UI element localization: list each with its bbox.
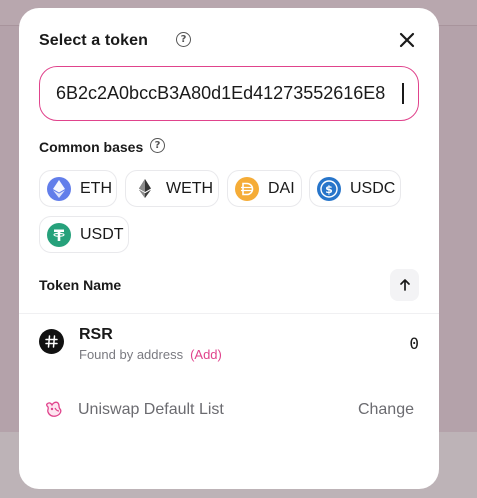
found-by-address-text: Found by address: [79, 347, 184, 362]
svg-text:$: $: [325, 183, 333, 196]
close-icon[interactable]: [397, 30, 417, 50]
token-search-input[interactable]: [39, 66, 419, 121]
rsr-icon: [39, 329, 64, 354]
usdc-icon: $: [317, 176, 341, 201]
base-token-label: USDT: [80, 225, 124, 243]
help-icon[interactable]: ?: [176, 32, 191, 47]
token-list-footer: Uniswap Default List Change: [19, 386, 439, 434]
token-list-item[interactable]: RSR Found by address (Add) 0: [19, 314, 439, 371]
token-list-name: Uniswap Default List: [78, 401, 224, 418]
eth-icon: [47, 176, 71, 201]
token-select-modal: Select a token ? Common bases ? ETH: [19, 8, 439, 489]
add-token-link[interactable]: (Add): [190, 347, 222, 362]
change-list-button[interactable]: Change: [358, 401, 414, 419]
base-token-label: WETH: [166, 179, 214, 197]
token-name-header: Token Name: [39, 277, 122, 293]
usdt-icon: [47, 222, 71, 247]
base-token-dai[interactable]: DAI: [227, 170, 302, 207]
weth-icon: [133, 176, 157, 201]
sort-button[interactable]: [390, 269, 419, 301]
arrow-up-icon: [399, 279, 410, 291]
dai-icon: [235, 176, 259, 201]
text-caret: [402, 83, 404, 104]
token-symbol: RSR: [79, 326, 113, 343]
base-token-label: USDC: [350, 179, 396, 197]
modal-header: Select a token ?: [39, 30, 419, 54]
base-token-label: DAI: [268, 179, 295, 197]
base-token-weth[interactable]: WETH: [125, 170, 219, 207]
base-token-label: ETH: [80, 179, 112, 197]
token-balance: 0: [409, 334, 419, 353]
token-subtitle: Found by address (Add): [79, 347, 222, 362]
uniswap-icon: [43, 398, 65, 420]
base-token-usdc[interactable]: $ USDC: [309, 170, 401, 207]
common-bases-label: Common bases: [39, 139, 144, 155]
base-token-usdt[interactable]: USDT: [39, 216, 129, 253]
modal-title: Select a token: [39, 32, 149, 49]
base-token-eth[interactable]: ETH: [39, 170, 117, 207]
help-icon[interactable]: ?: [150, 138, 165, 153]
